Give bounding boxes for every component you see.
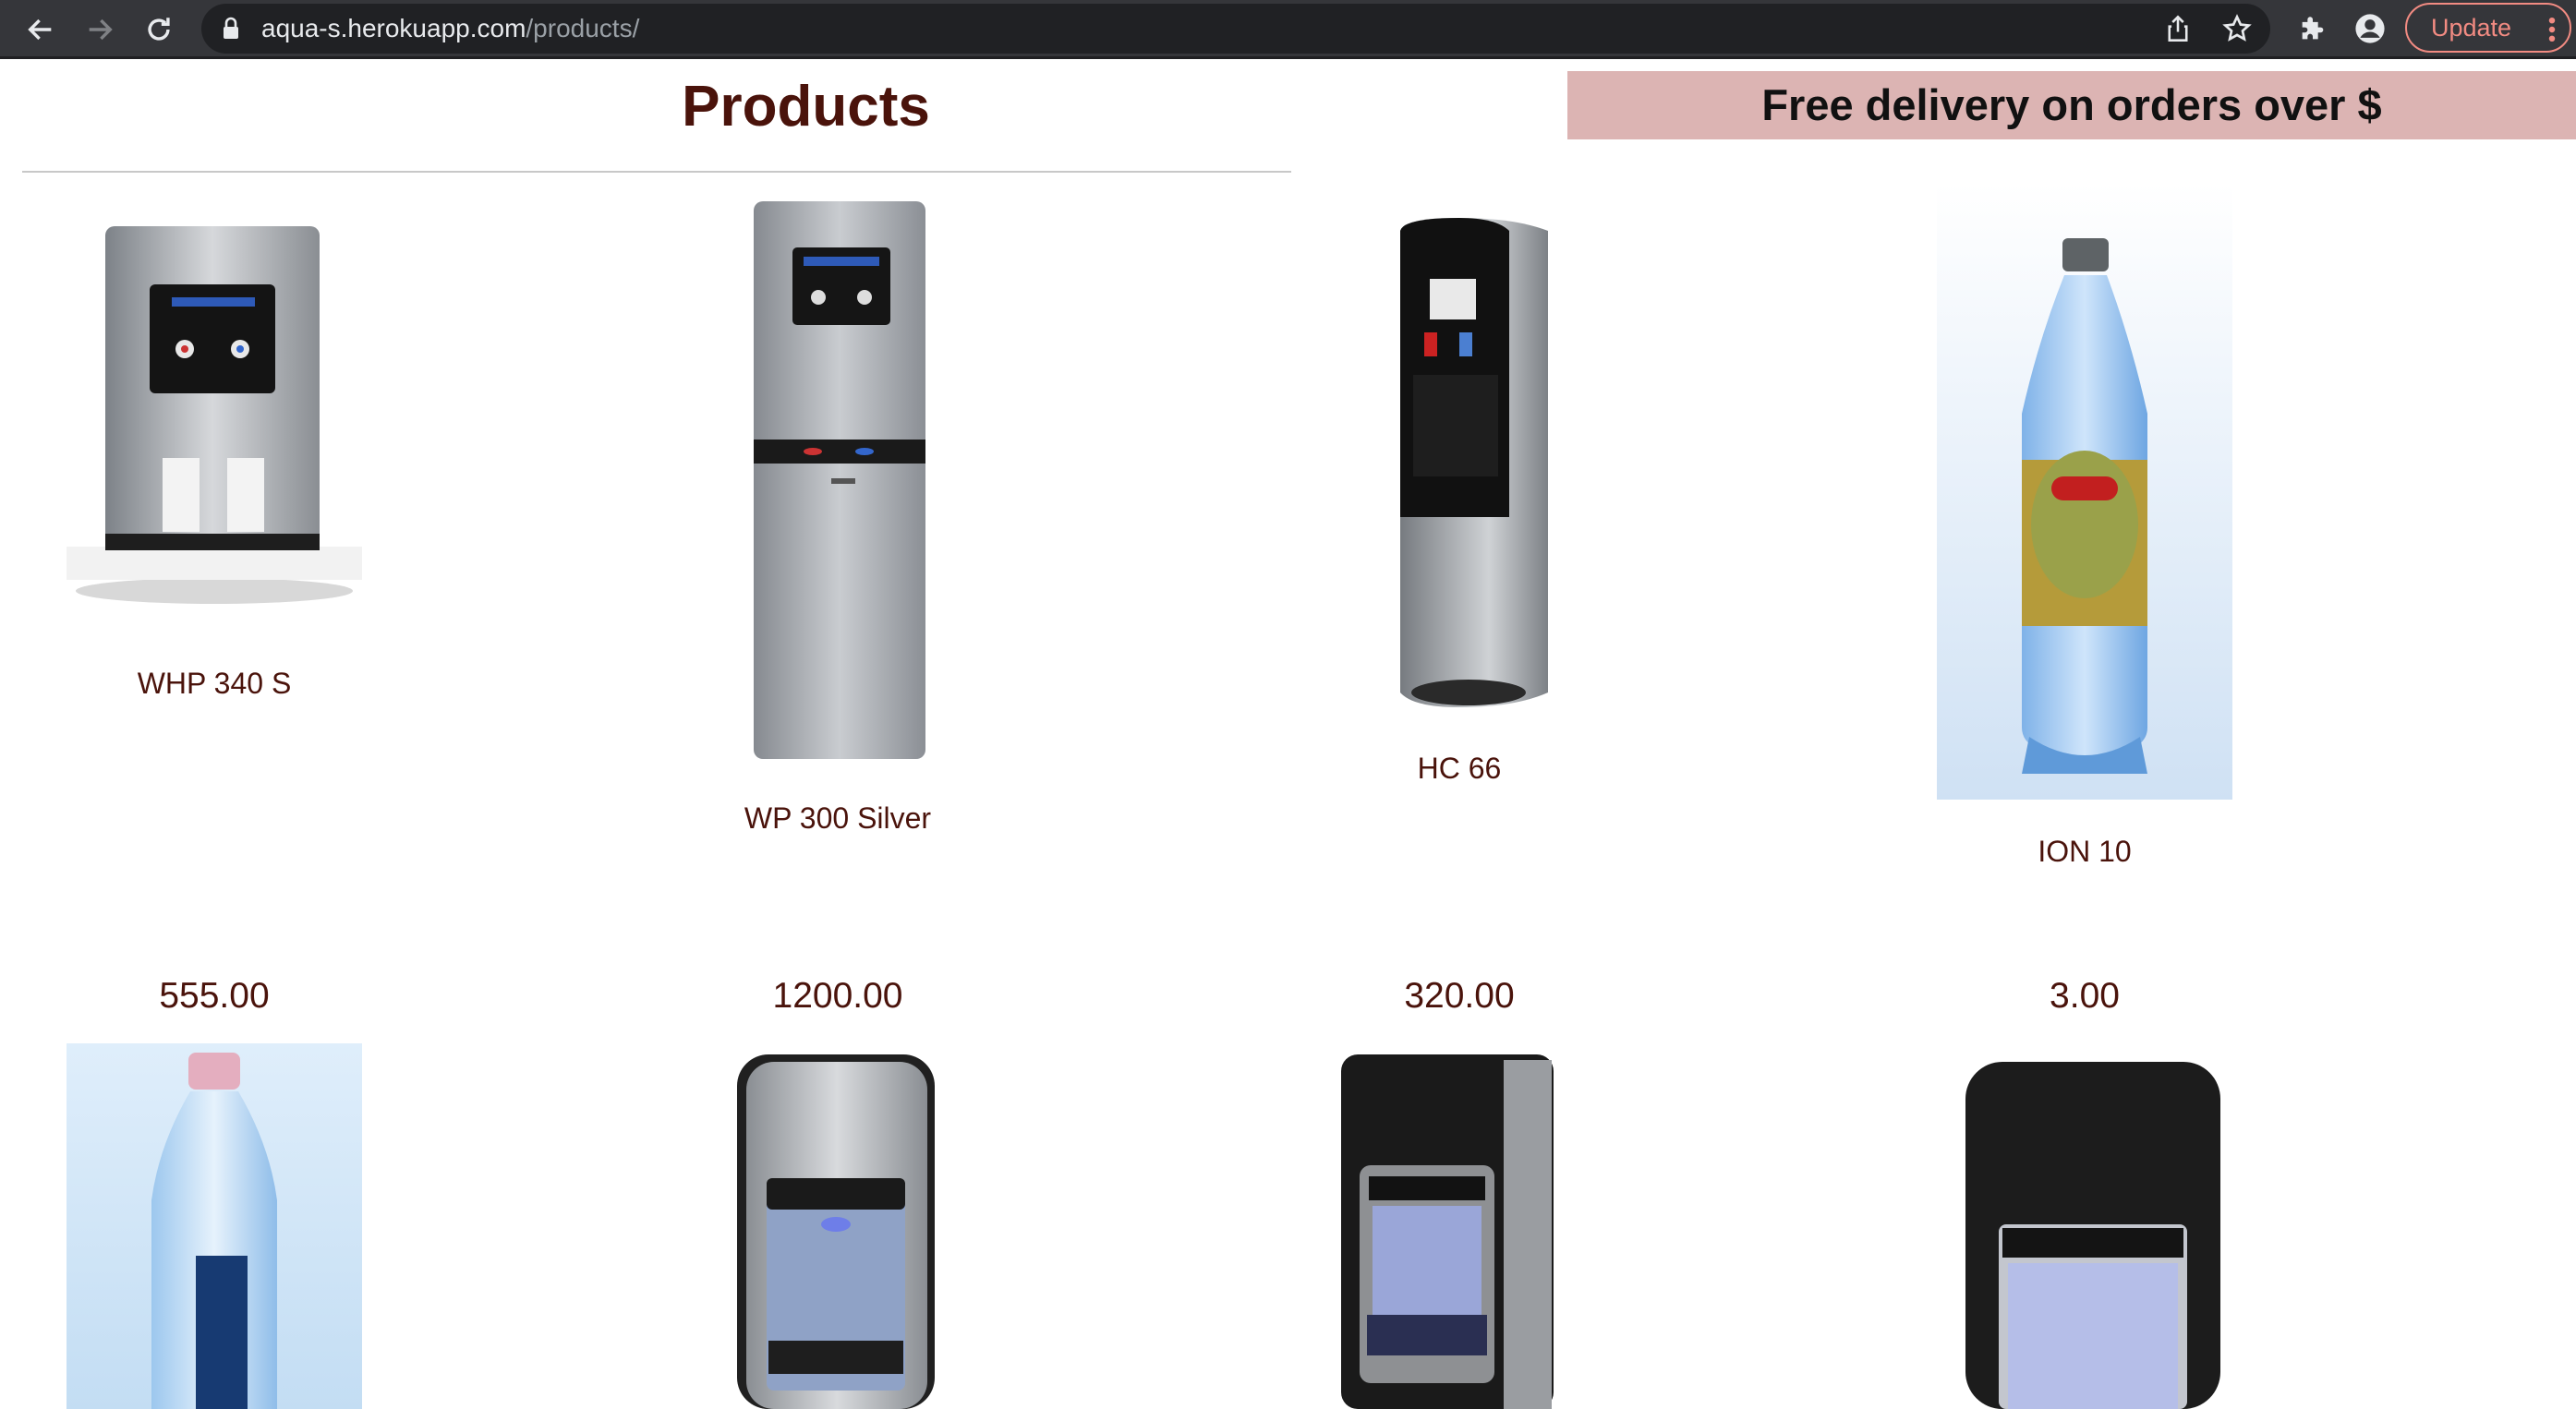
profile-button[interactable] — [2352, 10, 2389, 47]
product-name[interactable]: ION 10 — [1900, 833, 2269, 870]
title-divider — [22, 171, 1291, 173]
free-delivery-banner: Free delivery on orders over $ — [1567, 71, 2576, 139]
browser-toolbar: aqua-s.herokuapp.com/products/ Update — [0, 0, 2576, 59]
forward-arrow-icon — [89, 18, 113, 41]
update-label: Update — [2431, 14, 2512, 42]
product-price: 320.00 — [1404, 976, 1515, 1016]
reload-icon — [148, 18, 170, 41]
water-dispenser-silver-icon[interactable] — [730, 1049, 951, 1409]
star-icon — [2222, 14, 2252, 42]
page-title: Products — [682, 75, 930, 138]
floor-water-dispenser-silver-icon[interactable] — [695, 196, 983, 768]
forward-button[interactable] — [78, 7, 122, 52]
avatar-icon — [2355, 14, 2385, 43]
more-menu-icon — [2548, 17, 2556, 42]
reload-button[interactable] — [137, 7, 181, 52]
back-button[interactable] — [18, 7, 63, 52]
product-price: 1200.00 — [772, 976, 903, 1016]
puzzle-icon — [2302, 17, 2324, 40]
lock-icon — [224, 17, 238, 39]
product-name[interactable]: WP 300 Silver — [653, 800, 1022, 837]
ion-water-bottle-icon[interactable] — [67, 1043, 362, 1409]
product-price: 555.00 — [159, 976, 270, 1016]
water-dispenser-black-wide-icon[interactable] — [1962, 1058, 2226, 1409]
url-text: aqua-s.herokuapp.com/products/ — [261, 14, 640, 42]
share-button[interactable] — [2161, 12, 2195, 45]
address-bar[interactable]: aqua-s.herokuapp.com/products/ — [201, 4, 2270, 54]
update-button[interactable]: Update — [2405, 3, 2571, 53]
countertop-water-dispenser-icon[interactable] — [65, 212, 364, 619]
water-cooler-black-silver-icon[interactable] — [1312, 212, 1607, 711]
product-price: 3.00 — [2050, 976, 2120, 1016]
water-dispenser-black-icon[interactable] — [1337, 1051, 1559, 1409]
water-bottle-large-icon[interactable] — [1937, 183, 2232, 800]
product-name[interactable]: HC 66 — [1275, 750, 1644, 787]
extensions-button[interactable] — [2294, 10, 2331, 47]
bookmark-button[interactable] — [2220, 12, 2254, 45]
back-arrow-icon — [28, 18, 52, 41]
share-icon — [2168, 15, 2188, 42]
product-name[interactable]: WHP 340 S — [30, 665, 399, 702]
